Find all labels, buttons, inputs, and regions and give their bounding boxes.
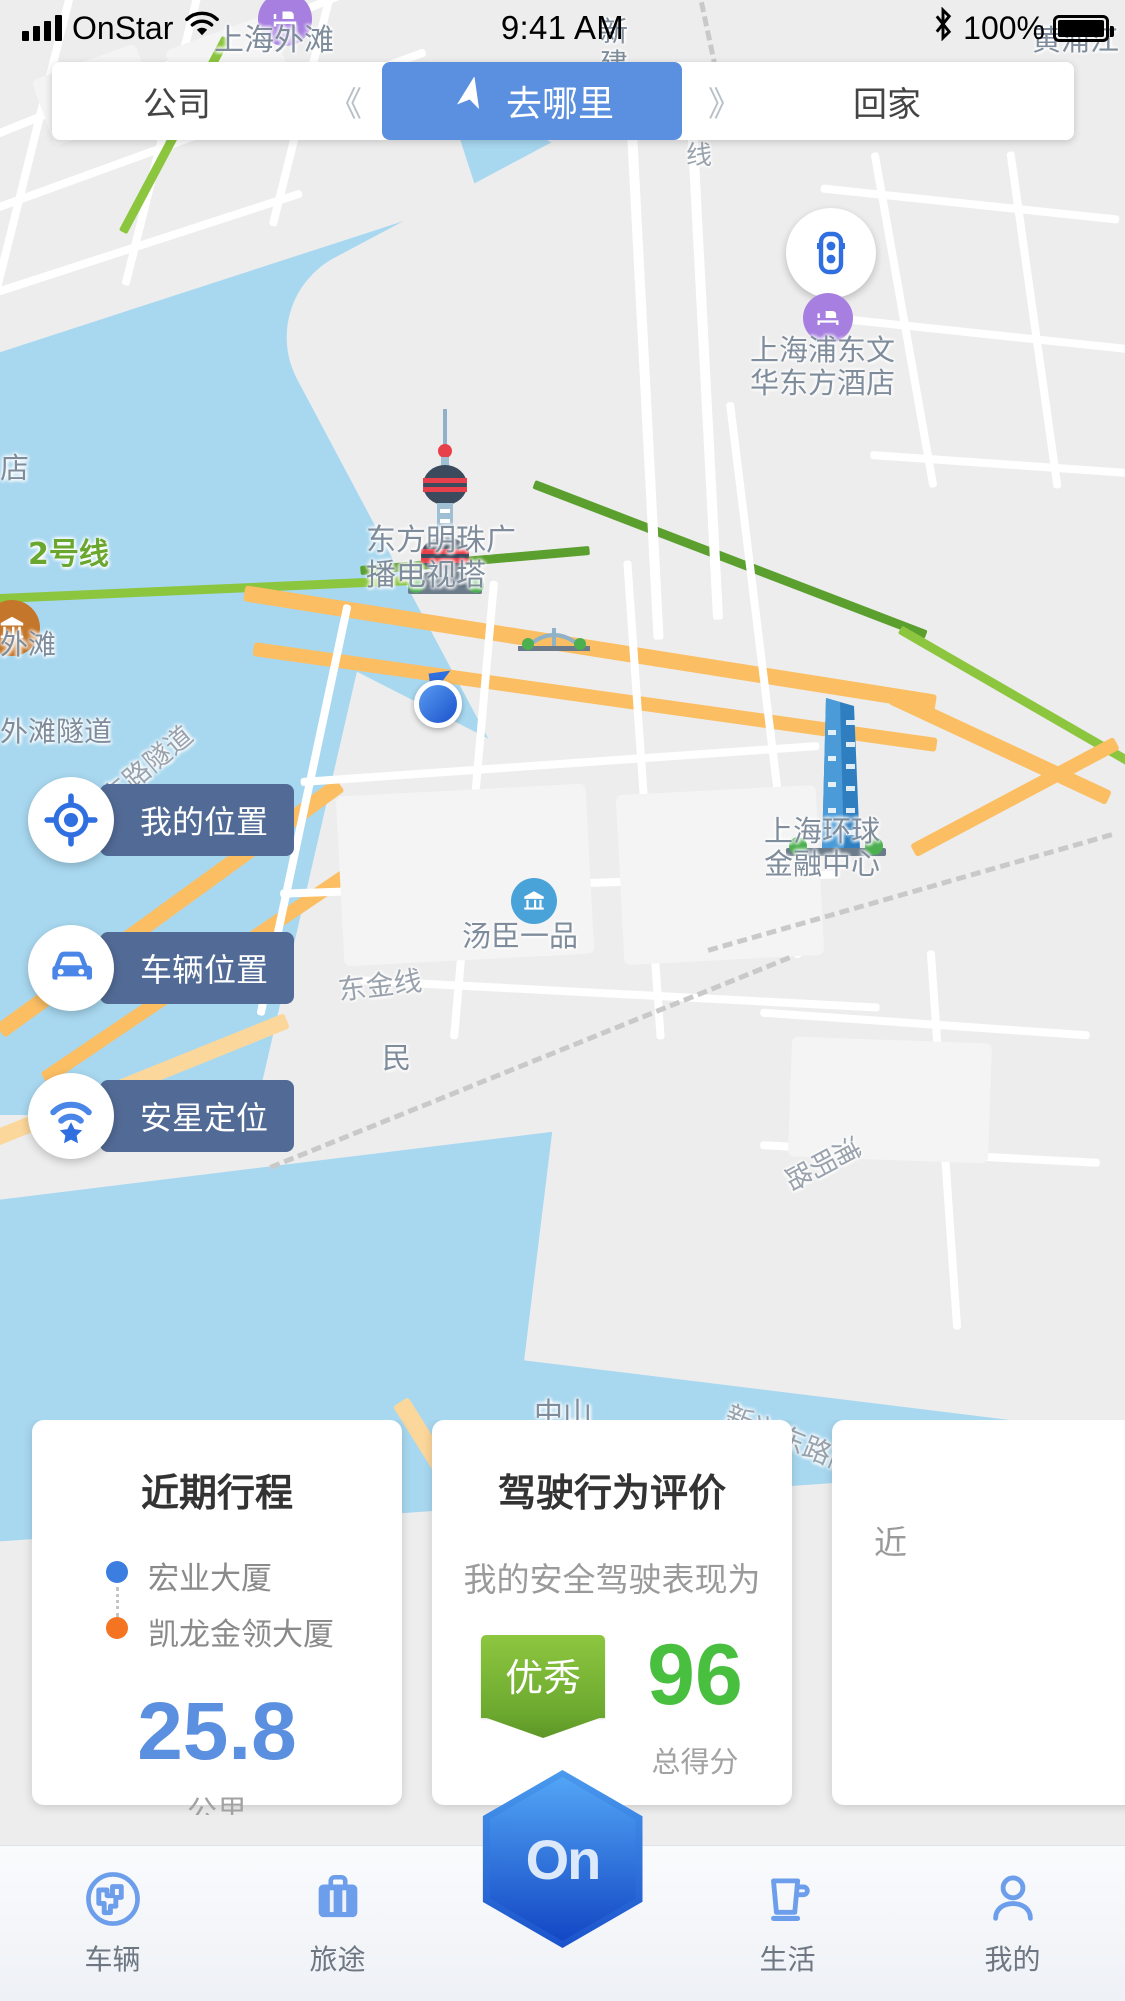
tab-mine[interactable]: 我的: [900, 1846, 1125, 1978]
where-to-button[interactable]: 去哪里: [382, 62, 682, 140]
car-icon[interactable]: [28, 925, 114, 1011]
cup-icon: [675, 1868, 900, 1930]
steering-wheel-icon: [0, 1868, 225, 1930]
traffic-light-icon[interactable]: [786, 208, 876, 298]
shanghai-world-financial-center-3d: [786, 698, 886, 856]
status-bar-right: 100%: [675, 6, 1125, 49]
shortcut-company-button[interactable]: 公司: [52, 77, 302, 126]
destination-search-bar[interactable]: 公司 《 去哪里 》 回家: [52, 62, 1074, 140]
bottom-tab-bar[interactable]: 车辆 旅途 On ★ 生活: [0, 1770, 1125, 2001]
card-driving-score[interactable]: 驾驶行为评价 我的安全驾驶表现为 优秀 96 总得分: [432, 1420, 792, 1805]
where-to-label: 去哪里: [505, 83, 614, 124]
trip-destination-label: 凯龙金领大厦: [148, 1617, 334, 1652]
carrier-label: OnStar: [72, 9, 174, 46]
origin-dot: [106, 1561, 128, 1583]
chevron-right-icon[interactable]: 》: [682, 77, 762, 126]
card-next-partial[interactable]: 近: [832, 1420, 1125, 1805]
map-label: 民: [382, 1041, 412, 1075]
map-button-my-location[interactable]: 我的位置: [28, 777, 295, 863]
blue-location-dot[interactable]: [414, 670, 470, 728]
trip-origin-label: 宏业大厦: [148, 1561, 272, 1596]
tab-onstar-home[interactable]: On ★: [450, 1770, 675, 1948]
score-row: 优秀 96 总得分: [432, 1627, 792, 1781]
battery-percent-label: 100%: [963, 9, 1045, 46]
bluetooth-icon: [931, 6, 955, 49]
status-bar: OnStar 9:41 AM 100%: [0, 0, 1125, 56]
map-button-label: 车辆位置: [100, 932, 295, 1004]
suitcase-icon: [225, 1868, 450, 1930]
chevron-left-icon[interactable]: 《: [302, 77, 382, 126]
status-badge: 优秀: [481, 1635, 606, 1718]
onstar-logo-text: On: [525, 1827, 602, 1891]
shortcut-home-button[interactable]: 回家: [762, 77, 1012, 126]
navigation-arrow-icon: [450, 75, 490, 126]
card-recent-trip[interactable]: 近期行程 宏业大厦 凯龙金领大厦 25.8 公里: [32, 1420, 402, 1815]
map-button-vehicle-location[interactable]: 车辆位置: [28, 925, 295, 1011]
map-block: [787, 1036, 993, 1164]
map-button-label: 我的位置: [100, 784, 295, 856]
card-subtitle: 我的安全驾驶表现为: [463, 1561, 761, 1598]
map-button-label: 安星定位: [100, 1080, 295, 1152]
tab-journey[interactable]: 旅途: [225, 1846, 450, 1978]
status-bar-time: 9:41 AM: [500, 9, 625, 46]
card-partial-title: 近: [874, 1524, 907, 1561]
trip-route-names: 宏业大厦 凯龙金领大厦: [148, 1551, 334, 1663]
trip-route-dots: [100, 1551, 134, 1663]
crosshair-locate-icon[interactable]: [28, 777, 114, 863]
trip-route: 宏业大厦 凯龙金领大厦: [32, 1551, 402, 1663]
tab-label: 生活: [759, 1944, 816, 1975]
score-block: 96 总得分: [647, 1627, 743, 1781]
score-value: 96: [647, 1627, 743, 1723]
trip-distance-unit: 公里: [187, 1796, 247, 1815]
tab-label: 旅途: [309, 1944, 366, 1975]
trip-distance-value: 25.8: [137, 1686, 297, 1777]
map-block: [335, 783, 595, 967]
card-title: 近期行程: [140, 1473, 293, 1515]
tab-life[interactable]: 生活: [675, 1846, 900, 1978]
building-icon[interactable]: [511, 878, 557, 924]
wifi-icon: [183, 9, 221, 47]
tab-vehicle[interactable]: 车辆: [0, 1846, 225, 1978]
person-icon: [900, 1868, 1125, 1930]
bridge-icon: [518, 628, 590, 651]
bed-icon[interactable]: [803, 293, 853, 343]
oriental-pearl-tower-3d: [408, 409, 484, 594]
tab-label: 车辆: [84, 1944, 141, 1975]
card-title: 驾驶行为评价: [497, 1473, 726, 1515]
satellite-signal-star-icon[interactable]: [28, 1073, 114, 1159]
tab-label: 我的: [984, 1944, 1041, 1975]
signal-bars-icon: [22, 15, 62, 41]
battery-full-icon: [1053, 14, 1114, 42]
info-card-carousel[interactable]: 近期行程 宏业大厦 凯龙金领大厦 25.8 公里 驾驶行为评价 我的安全驾驶表现…: [0, 1420, 1125, 1815]
score-label: 总得分: [651, 1746, 739, 1779]
status-bar-left: OnStar: [0, 9, 450, 47]
destination-dot: [106, 1617, 128, 1639]
route-dotted-line: [116, 1587, 119, 1617]
map-button-satellite-locate[interactable]: 安星定位: [28, 1073, 295, 1159]
